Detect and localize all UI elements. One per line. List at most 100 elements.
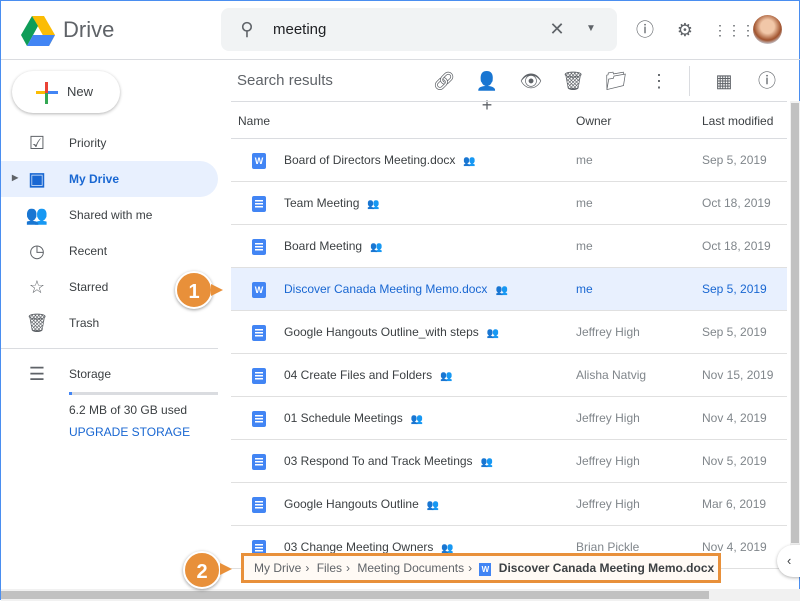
priority-icon: ☑ bbox=[28, 133, 46, 153]
table-row[interactable]: 03 Respond To and Track Meetings 👥 Jeffre… bbox=[231, 440, 787, 483]
google-doc-icon bbox=[252, 239, 266, 255]
column-owner[interactable]: Owner bbox=[576, 114, 611, 128]
add-person-icon[interactable]: 👤+ bbox=[475, 69, 499, 115]
upgrade-storage-link[interactable]: UPGRADE STORAGE bbox=[69, 425, 190, 439]
google-doc-icon bbox=[252, 497, 266, 513]
file-modified: Oct 18, 2019 bbox=[702, 196, 771, 210]
trash-icon[interactable]: 🗑︎ bbox=[561, 69, 585, 93]
breadcrumb-files[interactable]: Files bbox=[317, 561, 342, 575]
search-input[interactable]: meeting bbox=[273, 21, 326, 38]
move-to-folder-icon[interactable]: 📁︎ bbox=[604, 69, 628, 93]
callout-1: 1 bbox=[175, 271, 213, 309]
avatar[interactable] bbox=[753, 15, 782, 44]
search-bar[interactable]: ⚲ meeting ✕ ▼ bbox=[221, 8, 617, 51]
file-owner: me bbox=[576, 282, 593, 296]
table-row[interactable]: Google Hangouts Outline 👥 Jeffrey High Ma… bbox=[231, 483, 787, 526]
file-name: Team Meeting bbox=[284, 196, 360, 210]
table-row[interactable]: 01 Schedule Meetings 👥 Jeffrey High Nov 4… bbox=[231, 397, 787, 440]
grid-view-icon[interactable]: ▦ bbox=[712, 69, 736, 93]
close-icon[interactable]: ✕ bbox=[545, 17, 569, 41]
callout-2: 2 bbox=[183, 551, 221, 589]
shared-icon: 👥 bbox=[440, 371, 453, 382]
table-row[interactable]: W Board of Directors Meeting.docx 👥 me Se… bbox=[231, 139, 787, 182]
search-options-icon[interactable]: ▼ bbox=[579, 17, 603, 41]
breadcrumb-meeting-documents[interactable]: Meeting Documents bbox=[357, 561, 464, 575]
google-doc-icon bbox=[252, 411, 266, 427]
table-row[interactable]: Google Hangouts Outline_with steps 👥 Jeff… bbox=[231, 311, 787, 354]
table-row[interactable]: 04 Create Files and Folders 👥 Alisha Natv… bbox=[231, 354, 787, 397]
search-icon[interactable]: ⚲ bbox=[235, 17, 259, 41]
shared-icon: 👥 bbox=[370, 242, 383, 253]
gear-icon[interactable]: ⚙ bbox=[673, 18, 697, 42]
expand-side-panel-button[interactable]: ‹ bbox=[777, 545, 800, 577]
google-doc-icon bbox=[252, 454, 266, 470]
divider bbox=[1, 348, 218, 349]
table-header: Name Owner Last modified bbox=[231, 101, 787, 139]
google-doc-icon bbox=[252, 196, 266, 212]
shared-icon: 👥 bbox=[426, 500, 440, 511]
breadcrumb: My Drive › Files › Meeting Documents › W Di… bbox=[241, 553, 721, 583]
file-owner: Jeffrey High bbox=[576, 325, 640, 339]
file-owner: Brian Pickle bbox=[576, 540, 640, 554]
file-name: Board of Directors Meeting.docx bbox=[284, 153, 456, 167]
shared-icon: 👥 bbox=[463, 156, 476, 167]
column-name[interactable]: Name bbox=[238, 114, 270, 128]
sidebar-item-my-drive[interactable]: ▶ ▣ My Drive bbox=[1, 161, 218, 197]
info-icon[interactable]: ⓘ bbox=[755, 69, 779, 93]
link-icon[interactable]: 🔗︎ bbox=[432, 69, 456, 93]
file-name: Google Hangouts Outline bbox=[284, 497, 419, 511]
more-vert-icon[interactable]: ⋮ bbox=[647, 69, 671, 93]
column-last-modified[interactable]: Last modified bbox=[702, 114, 773, 128]
horizontal-scrollbar[interactable] bbox=[1, 589, 800, 601]
file-owner: me bbox=[576, 153, 593, 167]
clock-icon: ◷ bbox=[29, 241, 45, 261]
file-owner: Jeffrey High bbox=[576, 497, 640, 511]
table-row[interactable]: Team Meeting 👥 me Oct 18, 2019 bbox=[231, 182, 787, 225]
table-row[interactable]: Board Meeting 👥 me Oct 18, 2019 bbox=[231, 225, 787, 268]
file-modified: Nov 15, 2019 bbox=[702, 368, 774, 382]
sidebar-item-trash[interactable]: 🗑 Trash bbox=[1, 305, 218, 341]
file-name: 03 Respond To and Track Meetings bbox=[284, 454, 473, 468]
word-file-icon: W bbox=[252, 153, 266, 169]
new-label: New bbox=[67, 84, 94, 99]
table-row[interactable]: W Discover Canada Meeting Memo.docx 👥 me … bbox=[231, 268, 787, 311]
shared-icon: 👥 bbox=[367, 199, 380, 210]
file-name: 04 Create Files and Folders bbox=[284, 368, 433, 382]
file-modified: Oct 18, 2019 bbox=[702, 239, 771, 253]
file-owner: me bbox=[576, 239, 593, 253]
shared-icon: 👥 bbox=[25, 205, 49, 225]
word-file-icon: W bbox=[252, 282, 266, 298]
sidebar-item-storage[interactable]: ☰ Storage bbox=[1, 356, 218, 392]
file-modified: Nov 4, 2019 bbox=[702, 540, 767, 554]
storage-icon: ☰ bbox=[28, 364, 46, 384]
breadcrumb-current-file: Discover Canada Meeting Memo.docx bbox=[498, 561, 715, 575]
file-name: 01 Schedule Meetings bbox=[284, 411, 403, 425]
apps-grid-icon[interactable]: ⋮⋮⋮ bbox=[713, 18, 755, 42]
shared-icon: 👥 bbox=[486, 328, 500, 339]
top-bar: Drive ⚲ meeting ✕ ▼ ⓘ ⚙ ⋮⋮⋮ bbox=[1, 1, 800, 60]
vertical-scrollbar[interactable] bbox=[790, 101, 800, 551]
file-modified: Sep 5, 2019 bbox=[702, 282, 767, 296]
drive-logo-icon bbox=[21, 16, 55, 46]
file-name: Board Meeting bbox=[284, 239, 363, 253]
google-doc-icon bbox=[252, 325, 266, 341]
eye-icon[interactable]: 👁︎ bbox=[519, 69, 543, 93]
breadcrumb-my-drive[interactable]: My Drive bbox=[254, 561, 301, 575]
sidebar-item-priority[interactable]: ☑ Priority bbox=[1, 125, 218, 161]
help-icon[interactable]: ⓘ bbox=[633, 18, 657, 42]
file-modified: Nov 5, 2019 bbox=[702, 454, 767, 468]
shared-icon: 👥 bbox=[410, 414, 424, 425]
storage-used: 6.2 MB of 30 GB used bbox=[69, 403, 188, 417]
storage-bar bbox=[69, 392, 218, 395]
sidebar-item-shared-with-me[interactable]: 👥 Shared with me bbox=[1, 197, 218, 233]
sidebar-item-recent[interactable]: ◷ Recent bbox=[1, 233, 218, 269]
app-title: Drive bbox=[63, 17, 115, 42]
star-icon: ☆ bbox=[28, 277, 46, 297]
new-button[interactable]: New bbox=[12, 71, 120, 113]
file-owner: Jeffrey High bbox=[576, 454, 640, 468]
file-owner: Jeffrey High bbox=[576, 411, 640, 425]
file-owner: Alisha Natvig bbox=[576, 368, 647, 382]
file-name: Discover Canada Meeting Memo.docx bbox=[284, 282, 488, 296]
file-modified: Sep 5, 2019 bbox=[702, 153, 767, 167]
file-modified: Mar 6, 2019 bbox=[702, 497, 767, 511]
